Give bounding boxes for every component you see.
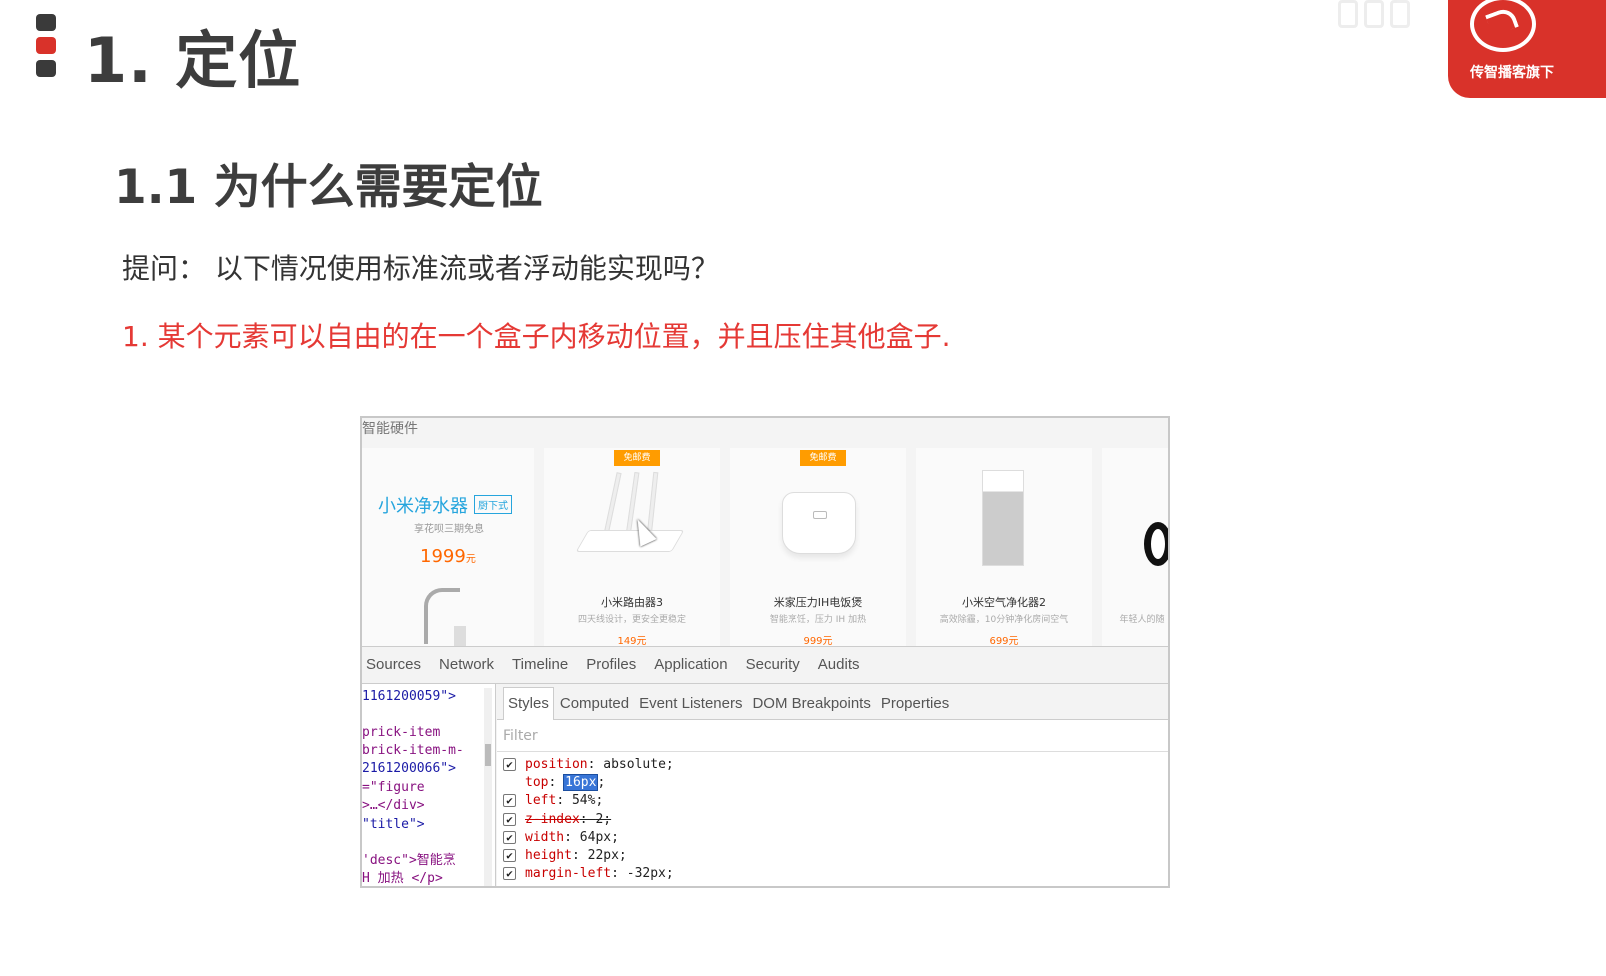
tab-timeline[interactable]: Timeline: [512, 647, 568, 683]
featured-product-card[interactable]: 小米净水器 厨下式 享花呗三期免息 1999元: [362, 448, 534, 646]
tab-event-listeners[interactable]: Event Listeners: [635, 686, 746, 722]
tab-styles[interactable]: Styles: [503, 687, 554, 720]
tab-dom-breakpoints[interactable]: DOM Breakpoints: [748, 686, 874, 722]
product-card[interactable]: 免邮费 米家压力IH电饭煲 智能烹饪，压力 IH 加热 999元: [730, 448, 906, 647]
product-name: 米家压力IH电饭煲: [773, 596, 863, 609]
embedded-screenshot: 智能硬件 小米净水器 厨下式 享花呗三期免息 1999元 免邮费 小米路由器3 …: [360, 416, 1170, 888]
product-price: 699元: [989, 636, 1019, 647]
checkbox-icon[interactable]: ✔: [503, 848, 516, 862]
css-prop: left: [525, 793, 557, 809]
tab-security[interactable]: Security: [746, 647, 800, 683]
product-tag: 厨下式: [474, 495, 512, 514]
css-prop: margin-left: [525, 866, 612, 882]
tab-network[interactable]: Network: [439, 647, 494, 683]
router-antenna: [603, 472, 622, 536]
css-value-end: ;: [597, 775, 606, 791]
question-text: 提问： 以下情况使用标准流或者浮动能实现吗？: [122, 252, 719, 285]
elements-panel: 1161200059"> prick-item brick-item-m- 21…: [362, 684, 496, 886]
dom-line[interactable]: "title">: [362, 816, 425, 834]
dom-line[interactable]: ="figure: [362, 779, 425, 797]
bullet-bars-icon: [36, 14, 56, 83]
brand-logo-icon: 传智播客旗下: [1448, 0, 1606, 98]
product-desc: 高效除霾，10分钟净化房间空气: [939, 615, 1069, 625]
slide-title: 1. 定位: [84, 24, 302, 97]
styles-subtabs: Styles Computed Event Listeners DOM Breakpo…: [497, 684, 1168, 720]
filter-input[interactable]: Filter: [497, 720, 1168, 752]
css-declaration[interactable]: ✔ height: 22px;: [497, 847, 1168, 865]
css-value-selected[interactable]: 16px: [563, 774, 599, 792]
checkbox-icon[interactable]: ✔: [503, 812, 516, 826]
dom-line[interactable]: 'desc">智能烹: [362, 852, 456, 870]
dom-line[interactable]: 2161200066">: [362, 760, 456, 778]
css-declaration[interactable]: ✔ margin-left: -32px;: [497, 865, 1168, 883]
router-image: [575, 530, 685, 552]
tab-application[interactable]: Application: [654, 647, 727, 683]
checkbox-icon[interactable]: ✔: [503, 830, 516, 844]
watermark-icon: [1338, 0, 1448, 36]
css-value: 22px;: [587, 847, 627, 863]
product-price: 1999元: [420, 546, 476, 567]
tab-profiles[interactable]: Profiles: [586, 647, 636, 683]
point-1-text: 1. 某个元素可以自由的在一个盒子内移动位置，并且压住其他盒子.: [122, 320, 951, 353]
shop-section: 智能硬件 小米净水器 厨下式 享花呗三期免息 1999元 免邮费 小米路由器3 …: [362, 418, 1168, 647]
product-desc: 四天线设计，更安全更稳定: [577, 615, 686, 625]
dom-line[interactable]: prick-item: [362, 724, 440, 742]
checkbox-icon[interactable]: ✔: [503, 867, 516, 881]
css-prop: z-index: [525, 811, 580, 827]
product-desc: 智能烹饪，压力 IH 加热: [769, 615, 867, 625]
css-declaration[interactable]: top: 16px;: [497, 774, 1168, 792]
tab-sources[interactable]: Sources: [366, 647, 421, 683]
css-declaration[interactable]: ✔ position: absolute;: [497, 756, 1168, 774]
styles-panel: Styles Computed Event Listeners DOM Breakpo…: [497, 684, 1168, 886]
product-badge: 免邮费: [800, 450, 846, 466]
product-price: 999元: [803, 636, 833, 647]
product-desc: 年轻人的随: [1119, 615, 1165, 625]
rice-cooker-image: [782, 492, 856, 554]
section-label: 智能硬件: [362, 421, 418, 437]
product-badge: 免邮费: [614, 450, 660, 466]
product-name: 九: [1102, 594, 1168, 610]
tab-properties[interactable]: Properties: [877, 686, 953, 722]
product-name: 小米净水器: [378, 496, 468, 517]
css-declaration[interactable]: ✔ left: 54%;: [497, 792, 1168, 810]
product-card[interactable]: 九 年轻人的随: [1102, 448, 1168, 646]
css-declaration[interactable]: ✔ z-index: 2;: [497, 811, 1168, 829]
faucet-base: [454, 626, 466, 646]
checkbox-icon[interactable]: ✔: [503, 758, 516, 771]
checkbox-icon[interactable]: ✔: [503, 794, 516, 808]
css-value: absolute;: [603, 757, 674, 772]
logo-text: 传智播客旗下: [1470, 65, 1554, 81]
css-prop: top: [525, 775, 549, 791]
devtools-tabbar: Sources Network Timeline Profiles Applicatio…: [362, 646, 1168, 684]
dom-line[interactable]: H 加热 </p>: [362, 870, 443, 886]
scrollbar[interactable]: [484, 688, 492, 886]
product-price: 149元: [617, 636, 647, 647]
product-card[interactable]: 小米空气净化器2 高效除霾，10分钟净化房间空气 699元: [916, 448, 1092, 647]
product-name: 小米路由器3: [601, 596, 663, 609]
css-value: 2;: [595, 811, 612, 827]
air-purifier-image: [982, 470, 1024, 566]
css-value: -32px;: [626, 866, 674, 882]
dom-line[interactable]: 1161200059">: [362, 688, 456, 706]
product-card[interactable]: 免邮费 小米路由器3 四天线设计，更安全更稳定 149元: [544, 448, 720, 647]
css-declarations: ✔ position: absolute; top: 16px; ✔ left: 5…: [497, 752, 1168, 883]
dom-line[interactable]: >…</div>: [362, 797, 425, 815]
dom-line[interactable]: brick-item-m-: [362, 742, 464, 760]
tab-computed[interactable]: Computed: [556, 686, 633, 722]
css-declaration[interactable]: ✔ width: 64px;: [497, 829, 1168, 847]
product-subtitle: 享花呗三期免息: [414, 524, 484, 535]
product-name: 小米空气净化器2: [962, 596, 1046, 609]
tab-audits[interactable]: Audits: [818, 647, 860, 683]
scooter-wheel-image: [1144, 522, 1168, 566]
css-value: 64px;: [579, 829, 619, 845]
css-value: 54%;: [571, 793, 604, 809]
section-title: 1.1 为什么需要定位: [114, 160, 543, 215]
css-prop: width: [525, 829, 565, 845]
css-prop: position: [525, 757, 588, 772]
css-prop: height: [525, 847, 572, 863]
